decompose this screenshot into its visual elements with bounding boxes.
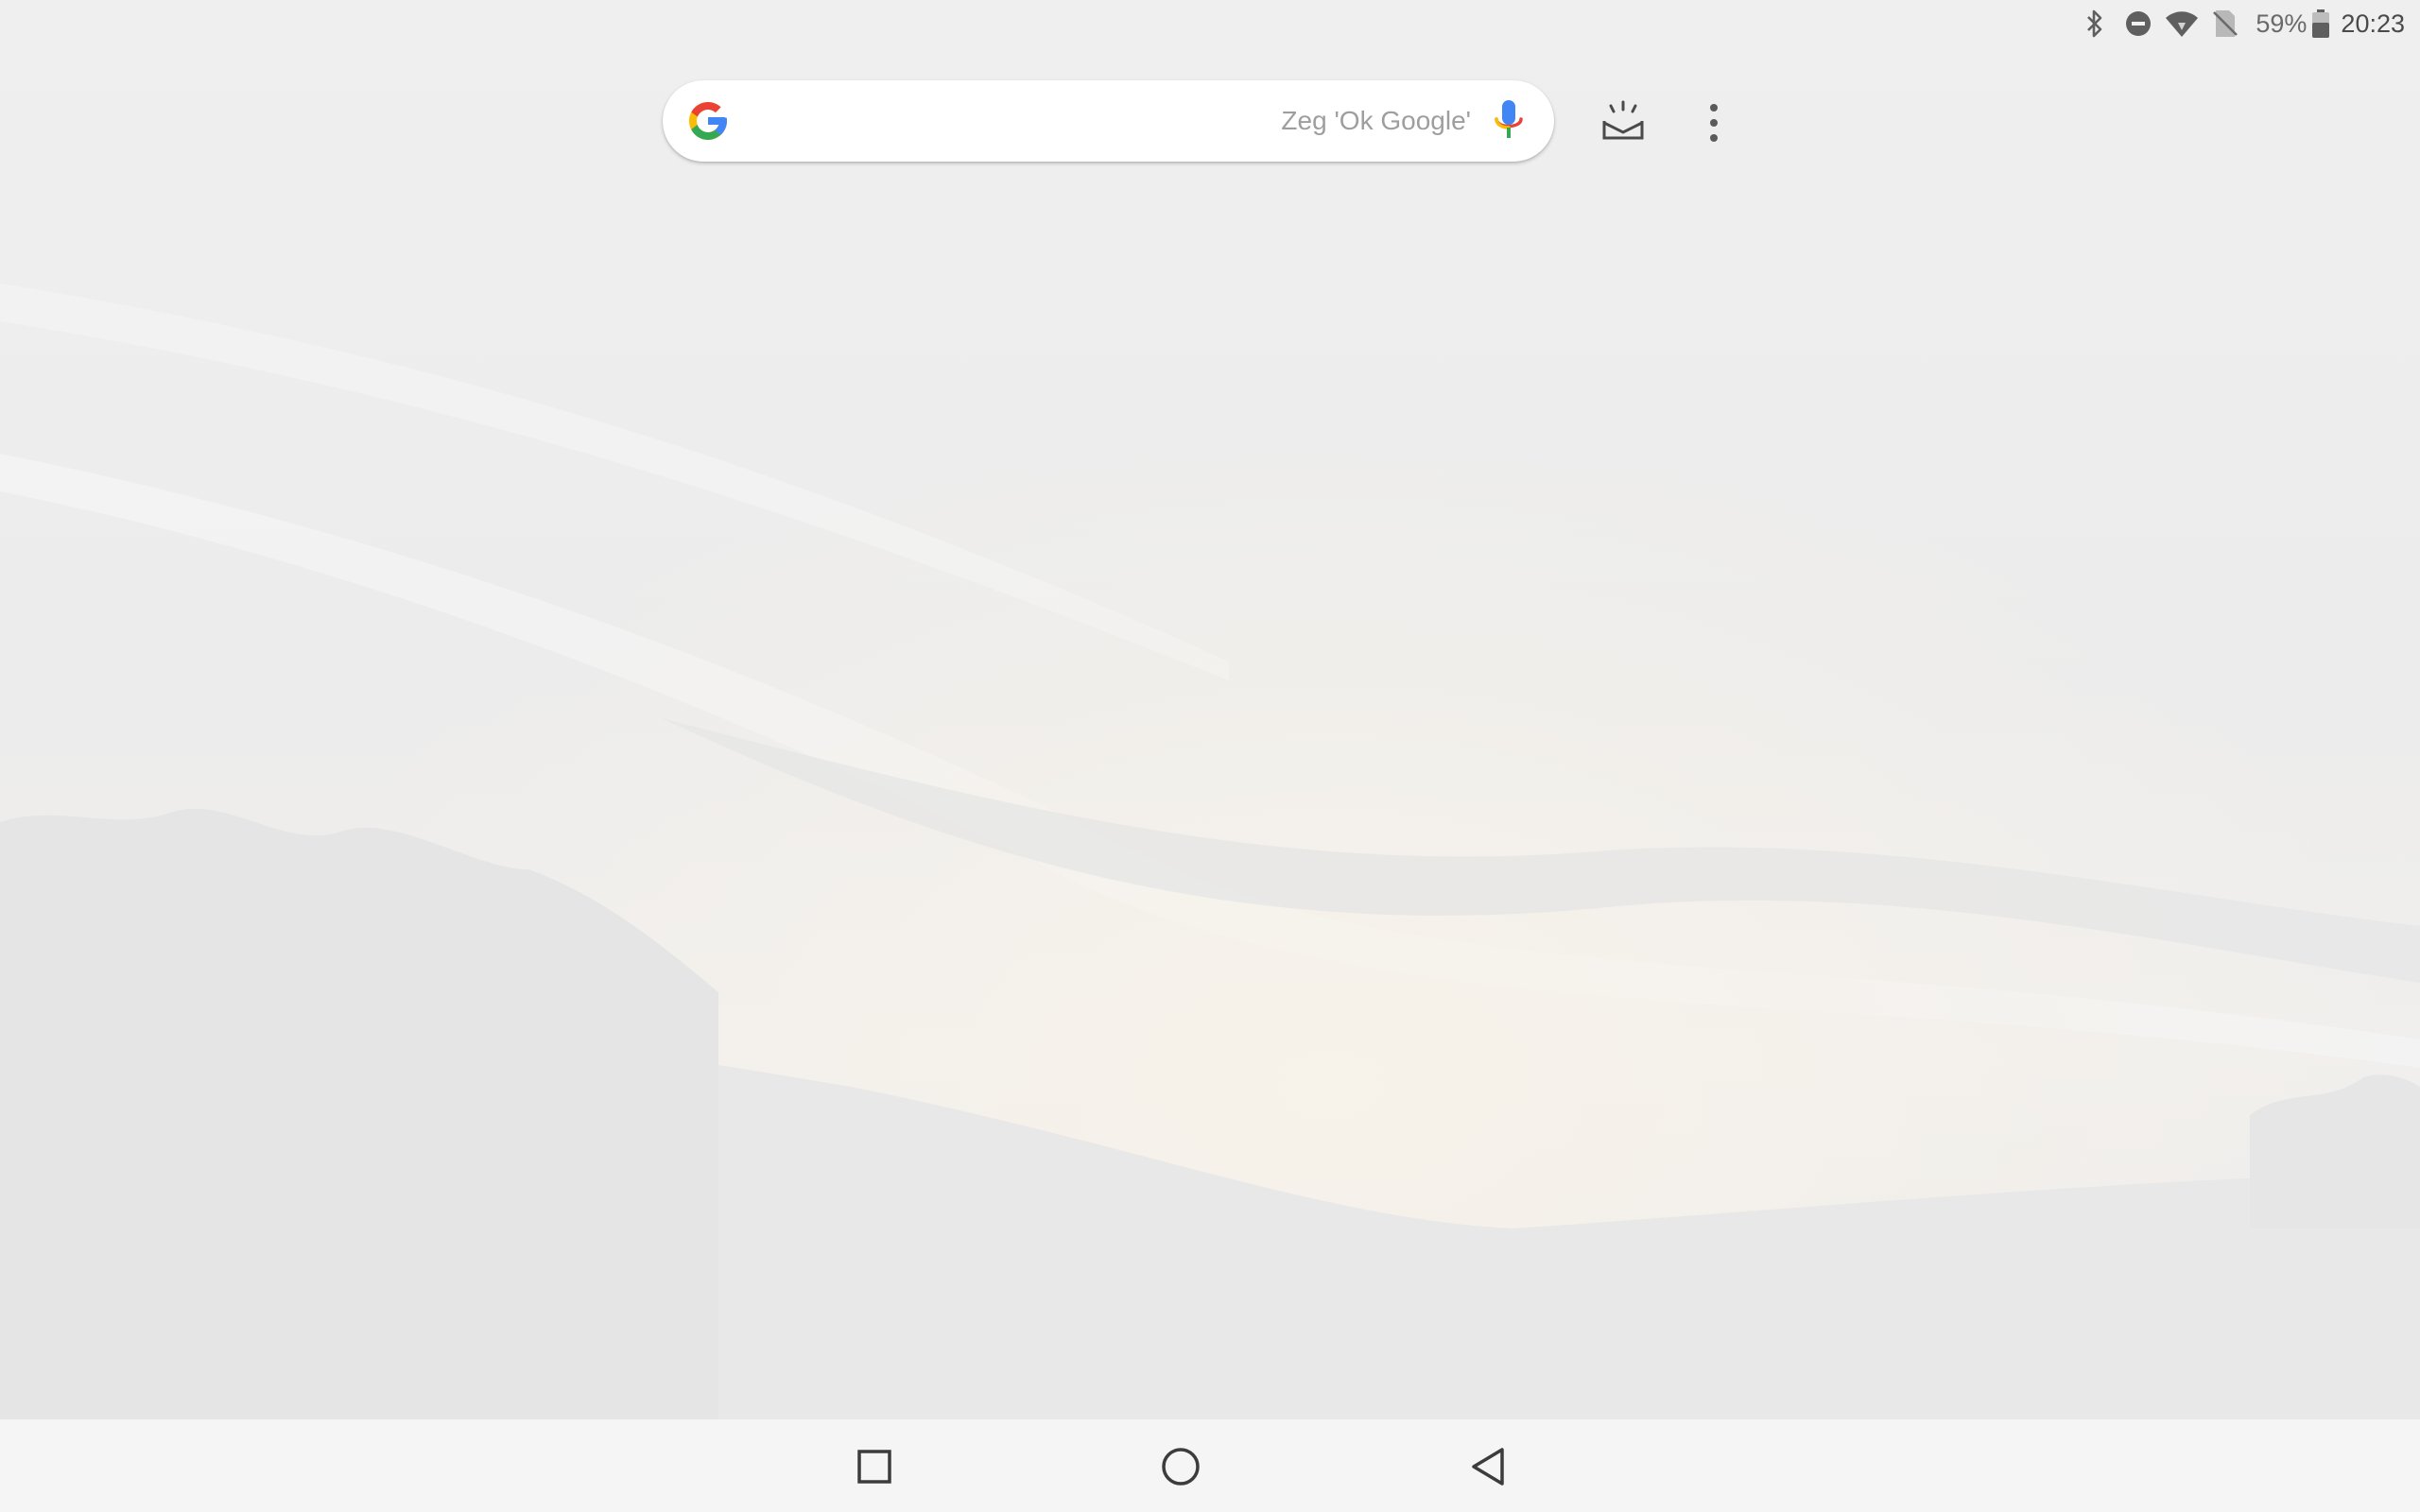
back-triangle-icon [1472, 1448, 1504, 1486]
inbox-sparkle-icon[interactable] [1601, 98, 1645, 144]
battery-icon [2310, 7, 2331, 41]
status-bar: 59% 20:23 [2068, 0, 2420, 47]
home-circle-icon [1162, 1448, 1200, 1486]
recents-button[interactable] [846, 1438, 903, 1495]
clock: 20:23 [2341, 9, 2405, 38]
google-g-logo [689, 102, 727, 140]
do-not-disturb-icon [2121, 7, 2155, 41]
more-vert-icon[interactable] [1701, 102, 1727, 144]
google-search-bar[interactable]: Zeg 'Ok Google' [663, 80, 1554, 162]
wallpaper [0, 0, 2420, 1512]
navigation-bar [0, 1419, 2420, 1512]
recents-square-icon [857, 1450, 891, 1484]
bluetooth-icon [2078, 7, 2112, 41]
no-sim-icon [2208, 7, 2242, 41]
search-hint: Zeg 'Ok Google' [1281, 106, 1471, 135]
home-button[interactable] [1152, 1438, 1209, 1495]
battery-percent: 59% [2256, 9, 2308, 38]
home-screen: 59% 20:23 Zeg 'Ok Google' [0, 0, 2420, 1512]
back-button[interactable] [1460, 1438, 1516, 1495]
microphone-icon[interactable] [1492, 98, 1526, 144]
wifi-icon [2165, 7, 2199, 41]
